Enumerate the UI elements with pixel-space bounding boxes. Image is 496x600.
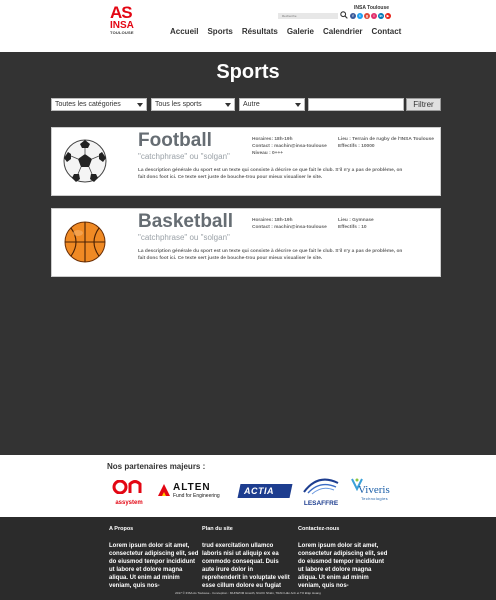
partner-logo-text: ALTEN: [173, 482, 211, 493]
category-select[interactable]: Toutes les catégories: [51, 98, 147, 111]
nav-item-galerie[interactable]: Galerie: [287, 26, 314, 37]
nav-item-accueil[interactable]: Accueil: [170, 26, 198, 37]
filter-button[interactable]: Filtrer: [406, 98, 441, 111]
logo-line-2: INSA: [110, 21, 136, 31]
sport-contact: Contact : machin@insa-toulouse: [252, 225, 327, 230]
partners-title: Nos partenaires majeurs :: [107, 462, 206, 471]
partner-logo-lesaffre[interactable]: LESAFFRE: [298, 477, 344, 507]
sport-card-football[interactable]: Football "catchphrase" ou "solgan" Horai…: [51, 127, 441, 196]
chevron-down-icon: [137, 103, 143, 107]
sport-card-basketball[interactable]: Basketball "catchphrase" ou "solgan" Hor…: [51, 208, 441, 277]
sport-description: La description générale du sport est un …: [138, 168, 403, 180]
as-insa-logo[interactable]: AS INSA TOULOUSE: [110, 3, 136, 37]
partner-logo-text: LESAFFRE: [303, 500, 339, 507]
twitter-icon[interactable]: t: [357, 13, 363, 19]
partner-logo-text: assystem: [115, 500, 143, 506]
alten-logo-mark: [158, 484, 170, 496]
sport-niveau: Niveau : 0+++: [252, 151, 284, 156]
partner-logo-text: ACTIA: [244, 486, 274, 496]
category-select-value: Toutes les catégories: [55, 101, 121, 108]
partner-logo-viveris[interactable]: Viveris Technologies: [350, 477, 400, 505]
chevron-down-icon: [225, 103, 231, 107]
logo-line-3: TOULOUSE: [110, 30, 134, 35]
sport-catchphrase: "catchphrase" ou "solgan": [138, 152, 230, 161]
partner-logo-text: Viveris: [358, 484, 390, 496]
nav-item-sports[interactable]: Sports: [207, 26, 232, 37]
partner-logo-actia[interactable]: ACTIA: [237, 484, 293, 498]
sport-select[interactable]: Tous les sports: [151, 98, 235, 111]
sport-catchphrase: "catchphrase" ou "solgan": [138, 233, 230, 242]
google-plus-icon[interactable]: g: [364, 13, 370, 19]
facebook-icon[interactable]: f: [350, 13, 356, 19]
filter-search-input[interactable]: [308, 98, 404, 111]
site-header: AS INSA TOULOUSE INSA Toulouse f t g i i…: [0, 0, 496, 52]
instagram-icon[interactable]: i: [371, 13, 377, 19]
nav-item-resultats[interactable]: Résultats: [242, 26, 278, 37]
social-links: f t g i in ▶: [350, 13, 391, 19]
sport-contact: Contact : machin@insa-toulouse: [252, 144, 327, 149]
sport-description: La description générale du sport est un …: [138, 249, 403, 261]
sport-lieu: Lieu : Gymnase: [338, 218, 374, 223]
page-title: Sports: [216, 61, 280, 83]
footer-text-contact: Lorem ipsum dolor sit amet, consectetur …: [298, 543, 388, 589]
brand-name: INSA Toulouse: [354, 5, 389, 11]
sport-horaires: Horaires: 18h-19h: [252, 218, 293, 223]
other-select-value: Autre: [243, 101, 260, 108]
footer-text-about: Lorem ipsum dolor sit amet, consectetur …: [109, 543, 199, 589]
on-logo-mark: [112, 479, 142, 495]
footer-text-sitemap: trud exercitation ullamco laboris nisi u…: [202, 543, 290, 589]
basketball-icon: [64, 221, 106, 263]
partners-section: Nos partenaires majeurs : assystem ALTEN…: [0, 455, 496, 517]
youtube-icon[interactable]: ▶: [385, 13, 391, 19]
footer-title-contact[interactable]: Contactez-nous: [298, 526, 339, 533]
sport-select-value: Tous les sports: [155, 101, 202, 108]
lesaffre-logo-mark: [303, 478, 339, 495]
logo-line-1: AS: [110, 3, 133, 22]
search-icon[interactable]: [340, 11, 348, 19]
sport-name: Basketball: [138, 211, 234, 232]
partner-logo-subtext: Fund for Engineering: [173, 493, 220, 499]
partner-logo-alten[interactable]: ALTEN Fund for Engineering: [157, 482, 229, 500]
other-select[interactable]: Autre: [239, 98, 305, 111]
linkedin-icon[interactable]: in: [378, 13, 384, 19]
main-nav: Accueil Sports Résultats Galerie Calendr…: [170, 26, 401, 37]
nav-item-contact[interactable]: Contact: [372, 26, 402, 37]
sport-lieu: Lieu : Terrain de rugby de l'INSA Toulou…: [338, 137, 434, 142]
footer-copyright: 2017 © INSA As Toulouse - Conception : M…: [175, 591, 321, 595]
nav-item-calendrier[interactable]: Calendrier: [323, 26, 363, 37]
chevron-down-icon: [295, 103, 301, 107]
soccer-ball-icon: [63, 139, 107, 183]
sport-horaires: Horaires: 18h-19h: [252, 137, 293, 142]
partner-logo-assystem[interactable]: assystem: [110, 479, 148, 506]
search-input[interactable]: [278, 13, 338, 19]
site-footer: A Propos Plan du site Contactez-nous Lor…: [0, 517, 496, 600]
footer-title-about[interactable]: A Propos: [109, 526, 133, 533]
partner-logo-subtext: Technologies: [361, 496, 388, 501]
footer-title-sitemap[interactable]: Plan du site: [202, 526, 233, 533]
sport-effectifs: Effectifs : 10000: [338, 144, 375, 149]
sport-effectifs: Effectifs : 10: [338, 225, 367, 230]
sport-name: Football: [138, 130, 212, 151]
